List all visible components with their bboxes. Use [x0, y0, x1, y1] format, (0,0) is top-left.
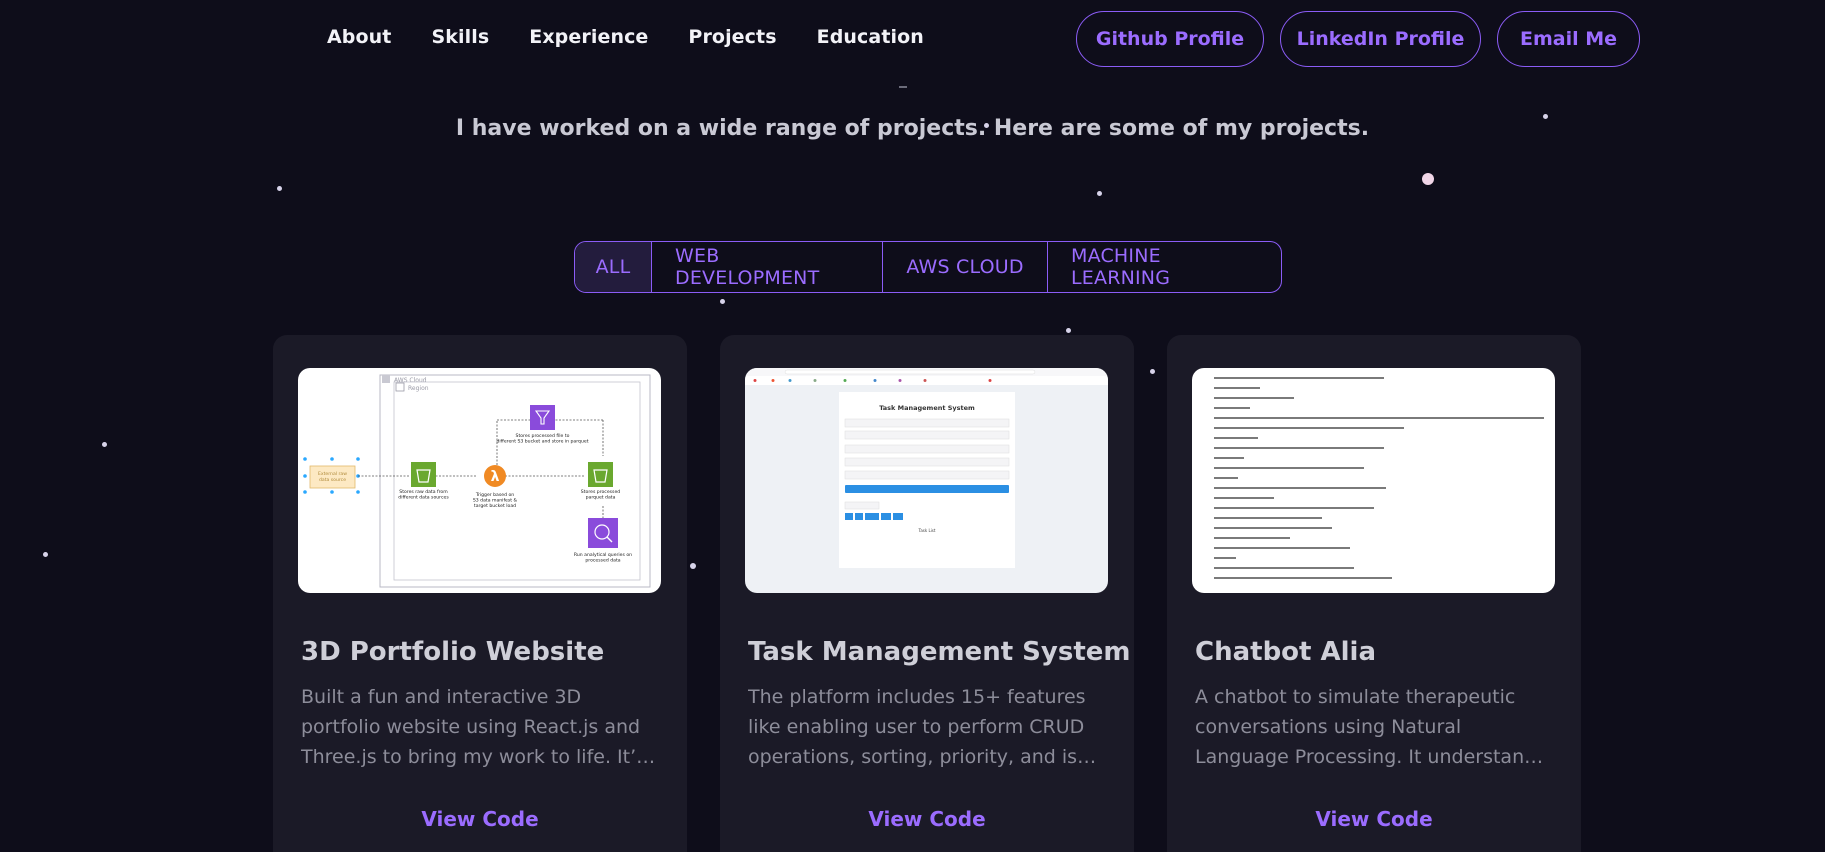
star-dot [277, 186, 282, 191]
project-description: The platform includes 15+ features like … [748, 686, 1086, 768]
project-title: Task Management System [748, 637, 1131, 667]
star-dot [1066, 328, 1071, 333]
view-code-link[interactable]: View Code [1167, 807, 1581, 831]
project-description: A chatbot to simulate therapeutic conver… [1195, 686, 1547, 768]
project-thumbnail: Task Management System Task List [745, 368, 1108, 593]
nav-link-education[interactable]: Education [817, 26, 924, 48]
project-description: Built a fun and interactive 3D portfolio… [301, 686, 647, 768]
store-raw-label: Stores raw data from different data sourc… [398, 489, 449, 501]
svg-text:λ: λ [491, 469, 500, 485]
chatbot-transcript-screenshot [1214, 377, 1544, 579]
star-dot [43, 552, 48, 557]
nav-link-skills[interactable]: Skills [431, 26, 489, 48]
star-dot [1150, 369, 1155, 374]
project-title: 3D Portfolio Website [301, 637, 605, 667]
aws-architecture-diagram: AWS Cloud Region External raw data source [303, 374, 651, 588]
linkedin-profile-button[interactable]: LinkedIn Profile [1280, 11, 1481, 67]
filter-tab-all[interactable]: ALL [575, 242, 652, 292]
github-profile-button[interactable]: Github Profile [1076, 11, 1264, 67]
project-filter-tabs: ALL WEB DEVELOPMENT AWS CLOUD MACHINE LE… [574, 241, 1282, 293]
star-dot [102, 442, 107, 447]
project-title: Chatbot Alia [1195, 637, 1377, 667]
project-card: AWS Cloud Region External raw data source [273, 335, 687, 852]
portfolio-page: About Skills Experience Projects Educati… [0, 0, 1825, 852]
nav-actions: Github Profile LinkedIn Profile Email Me [1076, 11, 1640, 67]
email-me-button[interactable]: Email Me [1497, 11, 1640, 67]
task-app-heading: Task Management System [879, 404, 975, 412]
filter-tab-web-development[interactable]: WEB DEVELOPMENT [652, 242, 883, 292]
filter-tab-machine-learning[interactable]: MACHINE LEARNING [1048, 242, 1281, 292]
divider [899, 86, 907, 88]
filter-tab-aws-cloud[interactable]: AWS CLOUD [883, 242, 1048, 292]
star-dot [690, 563, 696, 569]
nav-link-experience[interactable]: Experience [529, 26, 648, 48]
main-nav: About Skills Experience Projects Educati… [327, 26, 924, 48]
region-label: Region [408, 385, 429, 392]
query-label: Run analytical queries on processed data [574, 552, 632, 564]
star-dot [1422, 173, 1434, 185]
projects-subtitle: I have worked on a wide range of project… [455, 116, 1370, 141]
nav-link-projects[interactable]: Projects [688, 26, 776, 48]
view-code-link[interactable]: View Code [273, 807, 687, 831]
project-thumbnail [1192, 368, 1555, 593]
star-dot [1097, 191, 1102, 196]
nav-link-about[interactable]: About [327, 26, 391, 48]
project-card: Chatbot Alia A chatbot to simulate thera… [1167, 335, 1581, 852]
view-code-link[interactable]: View Code [720, 807, 1134, 831]
trigger-label: Trigger based on S3 data manifest & target… [473, 492, 518, 509]
stores-processed-label: Stores processed parquet data [581, 489, 620, 501]
stores-processed-file-label: Stores processed file to different S3 buc… [496, 433, 588, 445]
task-list-label: Task List [918, 528, 936, 533]
star-dot [720, 299, 725, 304]
project-card: Task Management System Task List Task Ma… [720, 335, 1134, 852]
project-thumbnail: AWS Cloud Region External raw data source [298, 368, 661, 593]
task-app-screenshot: Task Management System Task List [745, 368, 1108, 568]
